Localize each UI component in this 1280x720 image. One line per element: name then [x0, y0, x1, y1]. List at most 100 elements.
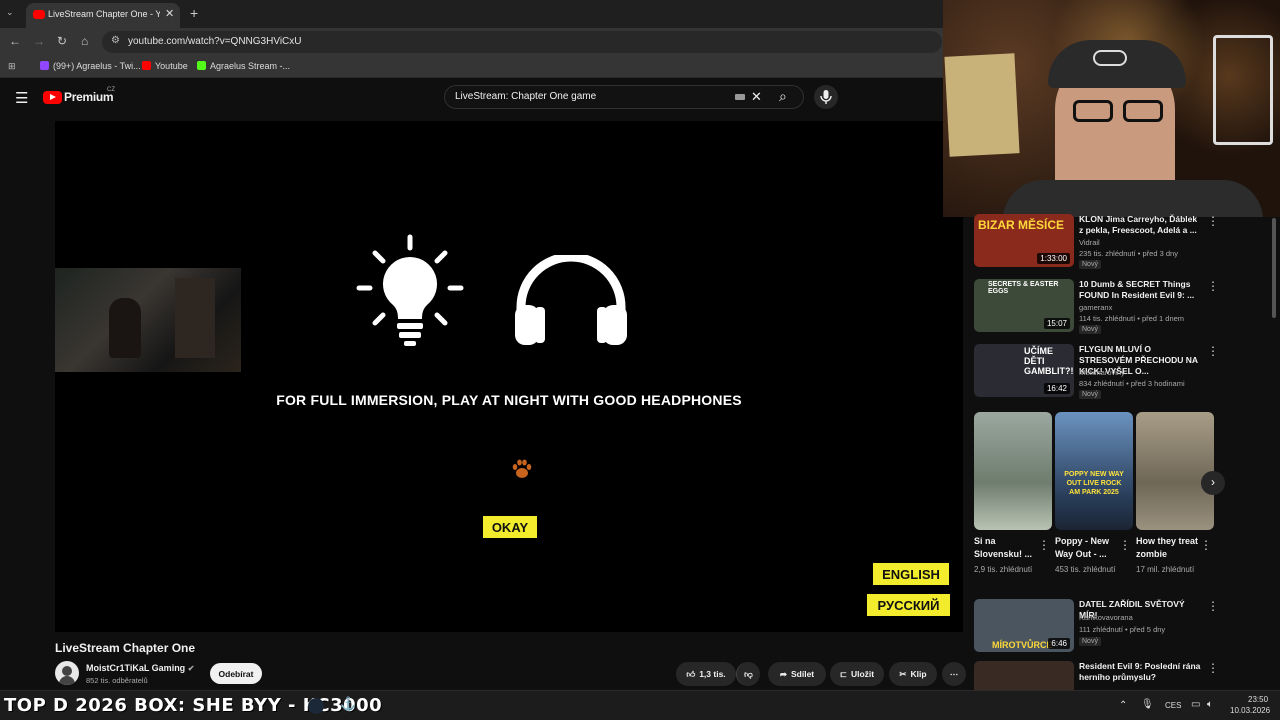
like-button[interactable]: 👍︎ 1,3 tis. — [676, 662, 736, 686]
more-horizontal-icon: ⋯ — [949, 668, 959, 679]
steam-icon[interactable] — [308, 698, 324, 714]
more-options-icon[interactable]: ⋮ — [1207, 661, 1214, 675]
channel-name[interactable]: Melicharoviny — [1079, 368, 1125, 377]
forward-icon[interactable]: → — [33, 34, 45, 48]
video-thumbnail[interactable]: MÍROTVŮRCE 6:46 — [974, 599, 1074, 652]
share-icon: ➦ — [779, 668, 787, 679]
clear-search-icon[interactable]: ✕ — [751, 89, 762, 105]
recommended-video[interactable]: SECRETS & EASTER EGGS 15:07 10 Dumb & SE… — [974, 279, 1219, 339]
dislike-button[interactable]: 👎︎ — [736, 662, 760, 686]
english-button[interactable]: ENGLISH — [873, 563, 949, 585]
more-options-icon[interactable]: ⋮ — [1200, 538, 1212, 552]
reload-icon[interactable]: ↻ — [57, 34, 67, 48]
short-title[interactable]: Poppy - New Way Out - ... — [1055, 535, 1119, 561]
more-options-icon[interactable]: ⋮ — [1038, 538, 1050, 552]
video-thumbnail[interactable]: UČÍME DĚTI GAMBLIT?! 16:42 — [974, 344, 1074, 397]
like-count: 1,3 tis. — [699, 669, 726, 679]
short-title[interactable]: Si na Slovensku! ... — [974, 535, 1038, 561]
video-thumbnail[interactable]: SECRETS & EASTER EGGS 15:07 — [974, 279, 1074, 332]
volume-icon[interactable]: 🔈︎ — [1207, 699, 1213, 710]
home-icon[interactable]: ⌂ — [81, 34, 88, 48]
okay-button[interactable]: OKAY — [483, 516, 537, 538]
clip-label: Klip — [910, 669, 927, 679]
app-icon[interactable]: ⚓ — [340, 696, 356, 712]
clock-time[interactable]: 23:50 — [1248, 695, 1268, 704]
sidebar-scrollbar[interactable] — [1272, 218, 1276, 318]
microphone-icon — [820, 90, 832, 104]
channel-name[interactable]: Vidrail — [1079, 238, 1100, 247]
youtube-logo-icon[interactable] — [43, 91, 62, 104]
video-title[interactable]: 10 Dumb & SECRET Things FOUND In Residen… — [1079, 279, 1203, 301]
close-tab-icon[interactable]: ✕ — [165, 7, 174, 20]
recommended-video[interactable]: Resident Evil 9: Poslední rána herního p… — [974, 661, 1214, 690]
microphone-tray-icon[interactable]: 🎙︎ — [1141, 699, 1154, 710]
recommended-video[interactable]: BIZAR MĚSÍCE 1:33:00 KLON Jima Carreyho,… — [974, 214, 1219, 274]
save-label: Uložit — [850, 669, 875, 679]
tray-overflow-icon[interactable]: ⌃ — [1119, 700, 1127, 711]
search-box[interactable]: LiveStream: Chapter One game ✕ ⌕ — [444, 85, 804, 109]
language-indicator[interactable]: CES — [1165, 701, 1181, 710]
recommended-video[interactable]: MÍROTVŮRCE 6:46 DATEL ZAŘÍDIL SVĚTOVÝ MÍ… — [974, 599, 1219, 659]
more-options-icon[interactable]: ⋮ — [1207, 599, 1219, 613]
more-options-icon[interactable]: ⋮ — [1207, 344, 1219, 358]
bookmark-label: Youtube — [155, 61, 188, 71]
subscribe-button[interactable]: Odebírat — [210, 663, 262, 684]
channel-name[interactable]: gameranx — [1079, 303, 1112, 312]
short-title[interactable]: How they treat zombie — [1136, 535, 1200, 561]
search-icon[interactable]: ⌕ — [779, 88, 787, 105]
video-thumbnail[interactable] — [974, 661, 1074, 690]
recommended-video[interactable]: UČÍME DĚTI GAMBLIT?! 16:42 FLYGUN MLUVÍ … — [974, 344, 1219, 404]
shorts-next-button[interactable]: › — [1201, 471, 1225, 495]
channel-name[interactable]: Karlikovavorana — [1079, 613, 1133, 622]
video-thumbnail[interactable]: BIZAR MĚSÍCE 1:33:00 — [974, 214, 1074, 267]
short-thumbnail[interactable] — [1136, 412, 1214, 530]
twitch-icon — [40, 61, 49, 70]
streamer-webcam — [943, 0, 1280, 217]
apps-grid-icon[interactable]: ⊞ — [8, 61, 16, 72]
more-actions-button[interactable]: ⋯ — [942, 662, 966, 686]
video-title[interactable]: Resident Evil 9: Poslední rána herního p… — [1079, 661, 1203, 683]
browser-tab[interactable]: LiveStream Chapter One - YouT ✕ — [26, 3, 180, 28]
short-thumbnail[interactable]: POPPY NEW WAY OUT LIVE ROCK AM PARK 2025 — [1055, 412, 1133, 530]
russian-button[interactable]: РУССКИЙ — [867, 594, 950, 616]
channel-name[interactable]: MoistCr1TiKaL Gaming ✔ — [86, 663, 194, 673]
short-item[interactable]: Si na Slovensku! ... 2,9 tis. zhlédnutí … — [974, 412, 1052, 576]
thumbs-down-icon: 👎︎ — [744, 668, 753, 679]
new-badge: Nový — [1079, 637, 1101, 646]
more-options-icon[interactable]: ⋮ — [1119, 538, 1131, 552]
bookmark-twitch[interactable]: (99+) Agraelus - Twi... — [40, 61, 141, 71]
bookmark-kick[interactable]: Agraelus Stream -... — [197, 61, 290, 71]
video-title: LiveStream Chapter One — [55, 641, 196, 655]
short-item[interactable]: How they treat zombie 17 mil. zhlédnutí … — [1136, 412, 1214, 576]
clip-button[interactable]: ✂ Klip — [889, 662, 937, 686]
tab-search-icon[interactable]: ⌄ — [6, 7, 14, 18]
clock-date[interactable]: 10.03.2026 — [1230, 706, 1270, 715]
verified-icon: ✔ — [187, 664, 195, 673]
wall-poster — [944, 53, 1020, 157]
keyboard-icon[interactable] — [735, 94, 745, 100]
glasses-right — [1123, 100, 1163, 122]
thumbs-up-icon: 👍︎ — [686, 668, 696, 679]
more-options-icon[interactable]: ⋮ — [1207, 214, 1219, 228]
back-icon[interactable]: ← — [9, 34, 21, 48]
network-icon[interactable]: ▭ — [1191, 699, 1200, 710]
kick-icon — [197, 61, 206, 70]
more-options-icon[interactable]: ⋮ — [1207, 279, 1219, 293]
video-title[interactable]: KLON Jima Carreyho, Ďáblek z pekla, Free… — [1079, 214, 1203, 236]
short-item[interactable]: POPPY NEW WAY OUT LIVE ROCK AM PARK 2025… — [1055, 412, 1133, 576]
bookmark-youtube[interactable]: Youtube — [142, 61, 188, 71]
address-bar[interactable]: ⚙ youtube.com/watch?v=QNNG3HViCxU — [102, 31, 942, 53]
video-duration: 6:46 — [1048, 638, 1070, 649]
site-info-icon[interactable]: ⚙ — [111, 35, 120, 46]
save-button[interactable]: ⊏ Uložit — [830, 662, 884, 686]
glasses-left — [1073, 100, 1113, 122]
video-player[interactable]: FOR FULL IMMERSION, PLAY AT NIGHT WITH G… — [55, 121, 963, 632]
youtube-favicon-icon — [33, 10, 45, 19]
share-button[interactable]: ➦ Sdílet — [768, 662, 826, 686]
voice-search-button[interactable] — [814, 85, 838, 109]
search-input[interactable]: LiveStream: Chapter One game — [455, 91, 596, 102]
menu-icon[interactable]: ☰ — [15, 89, 28, 107]
channel-avatar[interactable] — [55, 661, 79, 685]
new-tab-icon[interactable]: + — [190, 5, 198, 21]
short-thumbnail[interactable] — [974, 412, 1052, 530]
